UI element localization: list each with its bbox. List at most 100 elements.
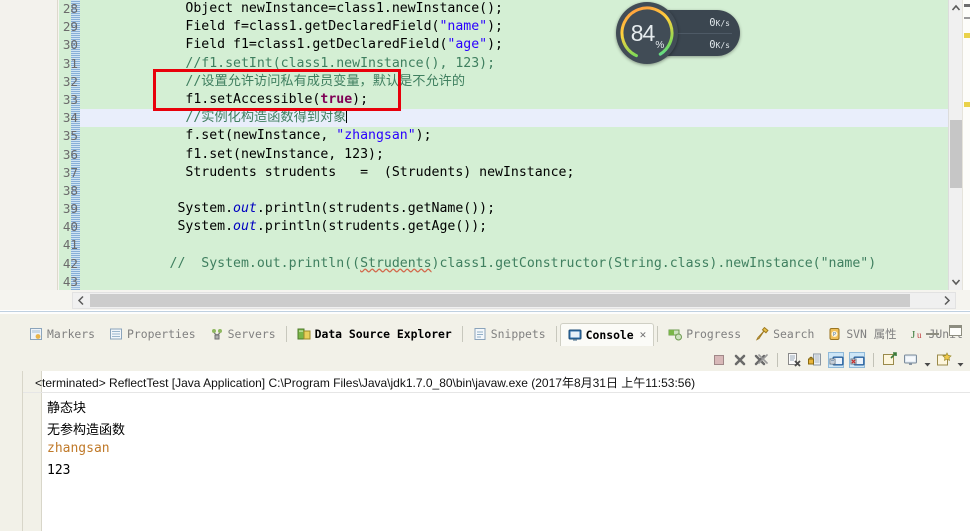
tab-progress[interactable]: Progress (661, 323, 748, 345)
code-line[interactable]: 42 // System.out.println((Strudents)clas… (63, 255, 955, 273)
code-token: )class1.getConstructor(String.class).new… (431, 255, 877, 271)
editor-overview-ruler[interactable] (962, 0, 970, 290)
code-line-text: //设置允许访问私有成员变量，默认是不允许的 (106, 73, 465, 91)
tab-markers[interactable]: Markers (22, 323, 102, 345)
line-number: 28 (62, 1, 78, 16)
chevron-down-icon[interactable] (957, 357, 964, 366)
pin-console-button[interactable] (882, 352, 898, 368)
editor-hscroll-thumb[interactable] (90, 294, 910, 307)
code-line[interactable]: 43 (63, 273, 955, 290)
line-number: 33 (62, 91, 78, 107)
scroll-lock-button[interactable] (807, 352, 823, 368)
code-token: //实例化构造函数得到对象 (106, 110, 347, 126)
code-token: Object newInstance=class1.newInstance(); (106, 1, 503, 16)
line-number: 31 (62, 55, 78, 71)
tab-console[interactable]: Console ✕ (559, 322, 655, 346)
remove-all-terminated-button[interactable] (753, 352, 769, 368)
view-tab-bar[interactable]: Markers Properties Servers Data Source Expl… (22, 322, 970, 346)
tab-separator (657, 326, 659, 342)
cpu-percent-symbol: % (655, 40, 664, 51)
clear-console-button[interactable] (786, 352, 802, 368)
code-token: Field f=class1.getDeclaredField( (106, 19, 440, 35)
close-icon[interactable]: ✕ (640, 328, 647, 341)
console-output-view[interactable]: <terminated> ReflectTest [Java Applicati… (22, 371, 970, 531)
tab-label: Servers (227, 327, 276, 341)
code-line[interactable]: 30 Field f1=class1.getDeclaredField("age… (63, 36, 955, 54)
code-line-text: //f1.setInt(class1.newInstance(), 123); (106, 55, 495, 73)
code-line[interactable]: 32 //设置允许访问私有成员变量，默认是不允许的 (63, 73, 955, 91)
code-line[interactable]: 36 f1.set(newInstance, 123); (63, 146, 955, 164)
tab-label: Data Source Explorer (314, 327, 452, 341)
console-output-line: 无参构造函数 (47, 423, 126, 438)
cpu-gauge[interactable]: 84% (614, 2, 682, 64)
show-console-on-error-button[interactable] (849, 352, 865, 368)
chevron-up-icon[interactable] (949, 0, 963, 16)
code-line[interactable]: 35 f.set(newInstance, "zhangsan"); (63, 127, 955, 145)
tab-svn[interactable]: P SVN 属性 (821, 323, 903, 345)
editor-left-margin (0, 0, 58, 290)
code-line[interactable]: 40 System.out.println(strudents.getAge()… (63, 218, 955, 236)
code-token: "zhangsan" (336, 128, 416, 144)
download-unit: K/s (715, 41, 730, 50)
code-line[interactable]: 33 f1.setAccessible(true); (63, 91, 955, 109)
overview-marker (964, 4, 970, 7)
code-line[interactable]: 31 //f1.setInt(class1.newInstance(), 123… (63, 55, 955, 73)
system-monitor-widget[interactable]: ▲ 0K/s ▼ 0K/s (614, 2, 742, 64)
code-line[interactable]: 29 Field f=class1.getDeclaredField("name… (63, 18, 955, 36)
console-toolbar[interactable] (711, 349, 964, 371)
remove-launch-button[interactable] (732, 352, 748, 368)
svg-text:P: P (833, 332, 836, 338)
code-line-text: System.out.println(strudents.getName()); (106, 200, 495, 218)
upload-unit: K/s (715, 19, 730, 28)
text-caret (346, 109, 348, 124)
editor-horizontal-scrollbar[interactable] (72, 292, 956, 309)
show-console-on-output-button[interactable] (828, 352, 844, 368)
minimize-icon[interactable] (926, 327, 939, 335)
code-token: ); (352, 91, 369, 107)
code-line[interactable]: 28 Object newInstance=class1.newInstance… (63, 0, 955, 18)
code-token: "name" (439, 19, 488, 35)
tab-snippets[interactable]: Snippets (466, 323, 553, 345)
editor-frame[interactable]: 28 Object newInstance=class1.newInstance… (59, 0, 955, 290)
tab-search[interactable]: Search (748, 323, 821, 345)
tab-label: Snippets (490, 327, 546, 341)
code-token: true (320, 91, 353, 107)
chevron-down-icon[interactable] (949, 274, 963, 290)
chevron-down-icon[interactable] (924, 357, 931, 366)
editor-vscroll-thumb[interactable] (950, 120, 962, 188)
code-line[interactable]: 39 System.out.println(strudents.getName(… (63, 200, 955, 218)
code-line-text: // System.out.println((Strudents)class1.… (106, 255, 877, 273)
code-line[interactable]: 37 Strudents strudents = (Strudents) new… (63, 164, 955, 182)
open-console-button[interactable] (936, 352, 952, 368)
code-line-text: Field f=class1.getDeclaredField("name"); (106, 18, 503, 36)
editor-vertical-scrollbar[interactable] (948, 0, 963, 290)
tab-data-source-explorer[interactable]: Data Source Explorer (290, 323, 459, 345)
console-output-line: zhangsan (47, 441, 110, 456)
remove-x-icon (732, 354, 748, 371)
chevron-right-icon[interactable] (939, 293, 955, 308)
code-token: f1.set(newInstance, 123); (106, 146, 384, 162)
code-line-text: System.out.println(strudents.getAge()); (106, 218, 487, 236)
tab-label: Progress (686, 327, 742, 341)
console-process-header: <terminated> ReflectTest [Java Applicati… (35, 376, 696, 390)
terminate-button[interactable] (711, 352, 727, 368)
code-line[interactable]: 41 (63, 236, 955, 254)
code-token: Strudents (360, 255, 432, 271)
tab-properties[interactable]: Properties (102, 323, 203, 345)
open-console-icon (936, 352, 952, 371)
code-text-area[interactable]: 28 Object newInstance=class1.newInstance… (63, 0, 955, 290)
code-line-text: Field f1=class1.getDeclaredField("age"); (106, 36, 503, 54)
console-header-rule (23, 392, 970, 393)
tab-servers[interactable]: Servers (203, 323, 283, 345)
maximize-icon[interactable] (949, 325, 962, 336)
tab-label: Search (773, 327, 815, 341)
clear-console-icon (786, 353, 802, 371)
servers-icon (210, 327, 224, 341)
display-selected-console-button[interactable] (903, 352, 919, 368)
panel-window-buttons[interactable] (926, 325, 962, 336)
code-line[interactable]: 34 //实例化构造函数得到对象 (63, 109, 955, 128)
line-number: 35 (62, 128, 78, 144)
code-line[interactable]: 38 (63, 182, 955, 200)
overview-warning-marker (964, 102, 970, 107)
chevron-left-icon[interactable] (73, 293, 89, 308)
